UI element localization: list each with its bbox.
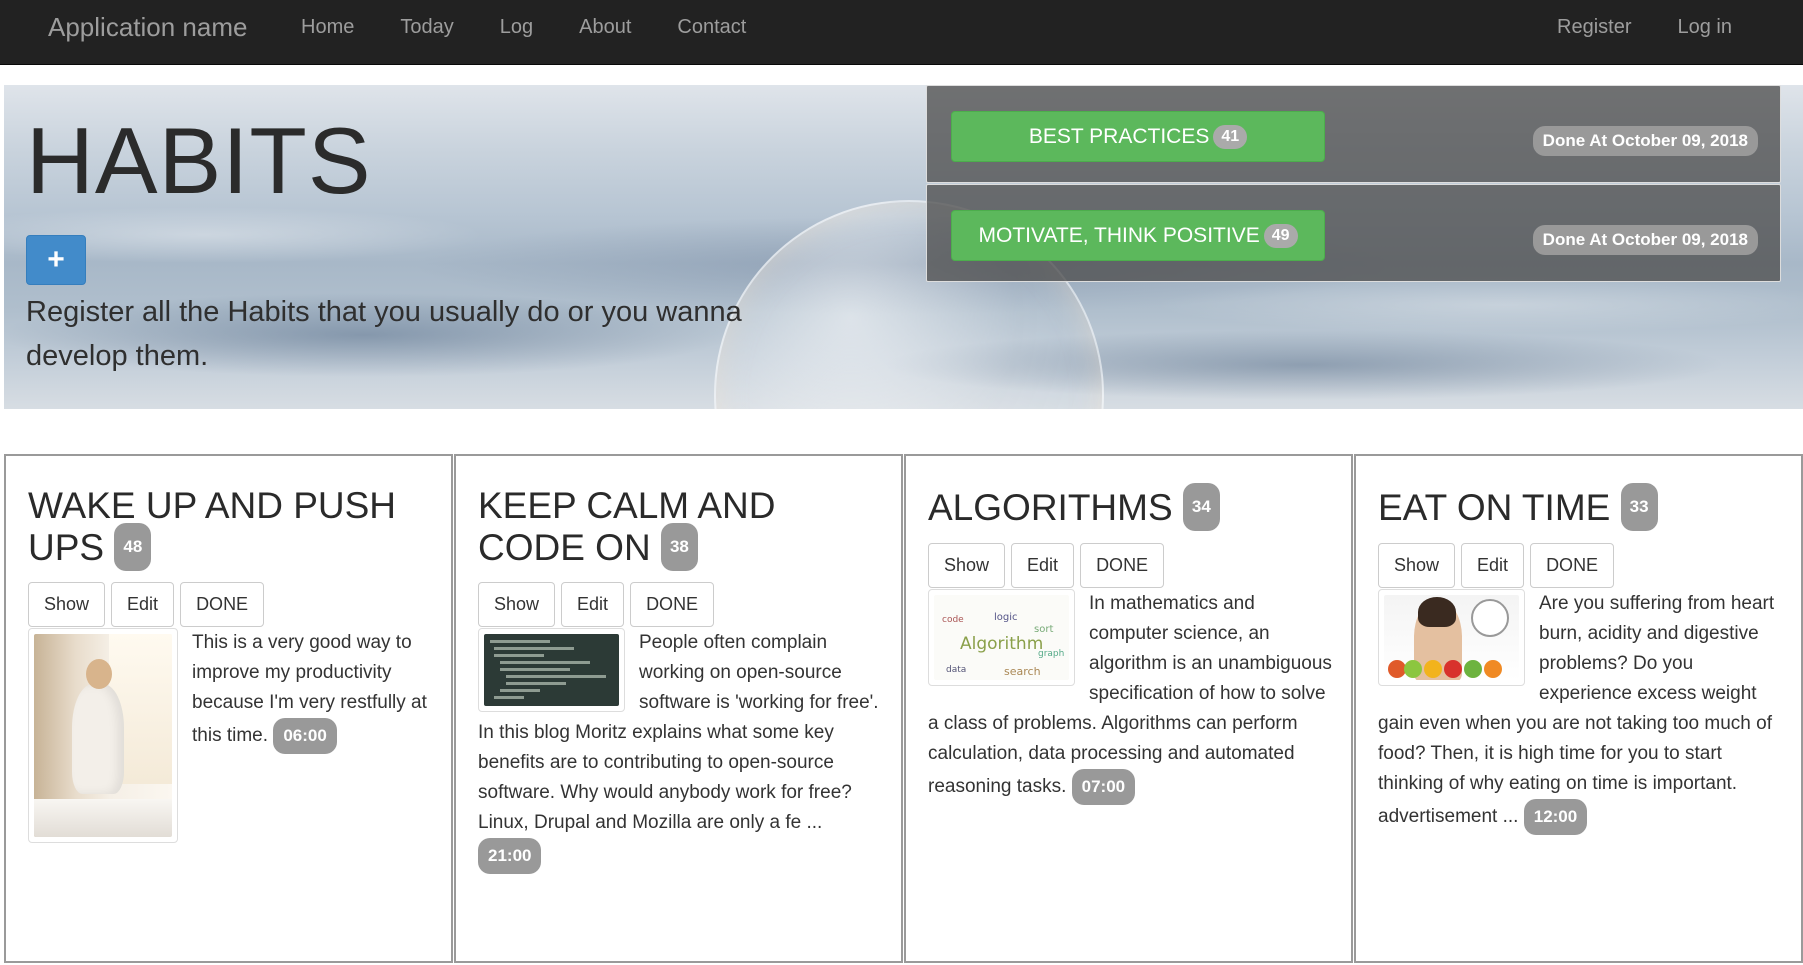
habit-body: This is a very good way to improve my pr…: [28, 628, 433, 849]
habit-title-text: ALGORITHMS: [928, 486, 1173, 528]
best-practice-item: BEST PRACTICES 41 Done At October 09, 20…: [926, 85, 1781, 183]
habit-actions: Show Edit DONE: [1378, 543, 1615, 588]
word-cloud-image: Algorithm code logic sort data search gr…: [934, 595, 1069, 680]
show-button[interactable]: Show: [478, 582, 556, 627]
best-practice-label: BEST PRACTICES: [1028, 124, 1210, 148]
habit-count-badge: 48: [114, 523, 152, 571]
habit-time-badge: 07:00: [1071, 769, 1136, 805]
nav-log-link[interactable]: Log: [477, 0, 556, 55]
habit-time-badge: 21:00: [478, 838, 542, 874]
woman-with-food-image: [1384, 595, 1519, 680]
habit-actions: Show Edit DONE: [478, 582, 715, 627]
woman-stretching-image: [34, 634, 172, 837]
login-link[interactable]: Log in: [1655, 0, 1756, 55]
done-at-badge: Done At October 09, 2018: [1532, 126, 1758, 156]
habit-actions: Show Edit DONE: [28, 582, 265, 627]
best-practice-label: MOTIVATE, THINK POSITIVE: [978, 223, 1260, 247]
nav-about-link[interactable]: About: [556, 0, 654, 55]
count-badge: 41: [1213, 124, 1248, 149]
nav-today-link[interactable]: Today: [377, 0, 476, 55]
edit-button[interactable]: Edit: [1461, 543, 1525, 588]
best-practice-button[interactable]: BEST PRACTICES 41: [951, 111, 1325, 162]
plus-icon: +: [47, 243, 65, 276]
done-at-badge: Done At October 09, 2018: [1532, 225, 1758, 255]
account-nav: Register Log in: [1534, 0, 1755, 55]
habit-body: Are you suffering from heart burn, acidi…: [1378, 589, 1783, 835]
habit-card: WAKE UP AND PUSH UPS 48 Show Edit DONE T…: [4, 454, 453, 963]
brand-link[interactable]: Application name: [48, 12, 247, 43]
nav-contact-link[interactable]: Contact: [654, 0, 769, 55]
habit-thumbnail: [28, 628, 178, 843]
habit-actions: Show Edit DONE: [928, 543, 1165, 588]
habit-title-text: WAKE UP AND PUSH UPS: [28, 485, 397, 568]
add-habit-button[interactable]: +: [26, 235, 86, 285]
best-practice-item: MOTIVATE, THINK POSITIVE 49 Done At Octo…: [926, 184, 1781, 282]
edit-button[interactable]: Edit: [111, 582, 175, 627]
habit-card: ALGORITHMS 34 Show Edit DONE Algorithm c…: [904, 454, 1353, 963]
habit-thumbnail: [478, 628, 625, 712]
page-title: HABITS: [26, 108, 372, 213]
register-link[interactable]: Register: [1534, 0, 1654, 55]
edit-button[interactable]: Edit: [561, 582, 625, 627]
show-button[interactable]: Show: [1378, 543, 1456, 588]
code-screen-image: [484, 634, 619, 706]
habit-title: WAKE UP AND PUSH UPS 48: [28, 486, 428, 574]
habit-title: ALGORITHMS 34: [928, 483, 1328, 534]
best-practices-panel: BEST PRACTICES 41 Done At October 09, 20…: [926, 85, 1781, 283]
habit-count-badge: 38: [660, 523, 698, 571]
habit-title-text: KEEP CALM AND CODE ON: [478, 485, 776, 568]
habit-thumbnail: Algorithm code logic sort data search gr…: [928, 589, 1075, 686]
count-badge: 49: [1263, 223, 1298, 248]
habit-cards: WAKE UP AND PUSH UPS 48 Show Edit DONE T…: [4, 454, 1803, 965]
habit-title: EAT ON TIME 33: [1378, 483, 1778, 534]
show-button[interactable]: Show: [928, 543, 1006, 588]
habit-body: Algorithm code logic sort data search gr…: [928, 589, 1333, 805]
nav-home-link[interactable]: Home: [278, 0, 377, 55]
best-practice-button[interactable]: MOTIVATE, THINK POSITIVE 49: [951, 210, 1325, 261]
main-nav: Home Today Log About Contact: [278, 0, 769, 55]
habit-thumbnail: [1378, 589, 1525, 686]
habit-time-badge: 12:00: [1523, 799, 1588, 835]
habit-body: People often complain working on open-so…: [478, 628, 883, 874]
done-button[interactable]: DONE: [1080, 543, 1165, 588]
habit-title: KEEP CALM AND CODE ON 38: [478, 486, 878, 574]
habit-count-badge: 34: [1182, 483, 1220, 531]
done-button[interactable]: DONE: [180, 582, 265, 627]
show-button[interactable]: Show: [28, 582, 106, 627]
habit-title-text: EAT ON TIME: [1378, 486, 1611, 528]
habit-count-badge: 33: [1620, 483, 1658, 531]
hero-description: Register all the Habits that you usually…: [26, 296, 742, 372]
habit-card: KEEP CALM AND CODE ON 38 Show Edit DONE: [454, 454, 903, 963]
done-button[interactable]: DONE: [1530, 543, 1615, 588]
edit-button[interactable]: Edit: [1011, 543, 1075, 588]
done-button[interactable]: DONE: [630, 582, 715, 627]
habit-time-badge: 06:00: [273, 718, 337, 754]
top-navbar: Application name Home Today Log About Co…: [0, 0, 1803, 65]
habit-card: EAT ON TIME 33 Show Edit DONE Are you su…: [1354, 454, 1803, 963]
